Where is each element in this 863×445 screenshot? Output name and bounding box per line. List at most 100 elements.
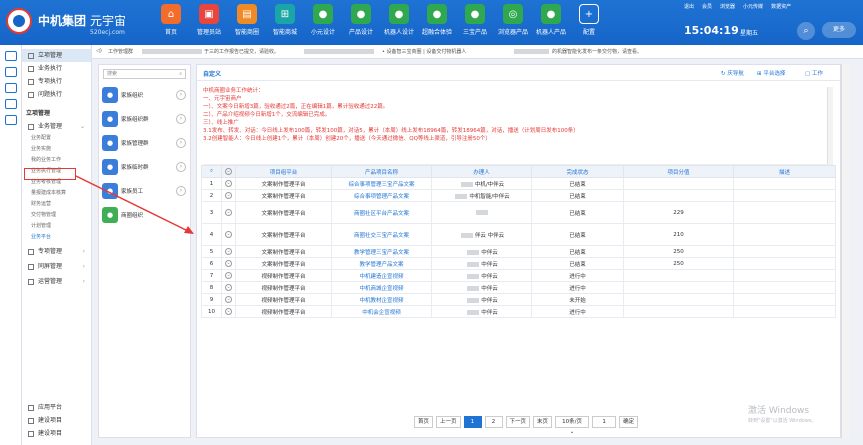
table-row[interactable]: 6 ⌄ 文案制作管理平台 教学管理产品文案 中伴云 已结束 250 [201, 257, 836, 270]
column-person[interactable]: 办理人 [431, 165, 532, 178]
column-status[interactable]: 完成状态 [531, 165, 624, 178]
org-item[interactable]: ● 家族组织 › [99, 83, 190, 107]
table-row[interactable]: 9 ⌄ 视频制作管理平台 中机教材企宣视频 中伴云 未开始 [201, 293, 836, 306]
org-search-input[interactable]: 搜索 ⌕ [103, 69, 186, 79]
first-page-button[interactable]: 首页 [414, 416, 434, 428]
chevron-right-icon[interactable]: › [176, 162, 186, 172]
row-expand-icon[interactable]: ⌄ [221, 223, 236, 246]
column-desc[interactable]: 描述 [733, 165, 836, 178]
row-name[interactable]: 中机建造企宣视频 [331, 269, 432, 282]
list-strip-icon[interactable] [4, 67, 17, 77]
top-link-0[interactable]: 退出 [684, 3, 694, 10]
work-action[interactable]: ▢ 工作 [805, 69, 823, 77]
expand-icon[interactable]: ⌄ [221, 165, 236, 178]
search-icon[interactable]: ⌕ [797, 22, 815, 40]
nav-item-5[interactable]: ● 产品设计 [342, 4, 380, 36]
table-search-icon[interactable]: ⌕ [201, 165, 222, 178]
nav-item-2[interactable]: ▤ 智能商圈 [228, 4, 266, 36]
row-expand-icon[interactable]: ⌄ [221, 257, 236, 270]
sidebar-sub-item[interactable]: 财务运营 [22, 199, 91, 210]
goto-confirm-button[interactable]: 确定 [619, 416, 639, 428]
sidebar-bottom-item[interactable]: 建设项目 [22, 427, 92, 440]
sidebar-item-special-exec[interactable]: 专项执行 [22, 75, 91, 88]
org-item[interactable]: ● 家族管理群 › [99, 131, 190, 155]
chevron-right-icon[interactable]: › [176, 114, 186, 124]
table-row[interactable]: 4 ⌄ 文案制作管理平台 商圈社交三宝产品文案 伴云 中伴云 已结束 210 [201, 223, 836, 246]
doc-strip-icon[interactable] [4, 83, 17, 93]
next-page-button[interactable]: 下一页 [505, 416, 531, 428]
top-link-4[interactable]: 数据资产 [771, 3, 791, 10]
chevron-right-icon[interactable]: › [176, 138, 186, 148]
nav-item-3[interactable]: ⊞ 智能商城 [266, 4, 304, 36]
notice-scrollbar[interactable] [827, 87, 833, 164]
nav-action[interactable]: ↻ 庆导航 [721, 69, 744, 77]
home-strip-icon[interactable] [4, 51, 17, 61]
row-name[interactable]: 中机商城企宣视频 [331, 281, 432, 294]
folder-strip-icon[interactable] [4, 99, 17, 109]
goto-page-input[interactable]: 1 [592, 416, 617, 428]
row-expand-icon[interactable]: ⌄ [221, 189, 236, 202]
row-expand-icon[interactable]: ⌄ [221, 293, 236, 306]
chevron-right-icon[interactable]: › [176, 186, 186, 196]
nav-item-8[interactable]: ● 三宝产品 [456, 4, 494, 36]
row-name[interactable]: 综合事项管理产品文案 [331, 189, 432, 202]
row-expand-icon[interactable]: ⌄ [221, 281, 236, 294]
table-row[interactable]: 1 ⌄ 文案制作管理平台 综合事项管理三宝产品文案 中机/中伴云 已结束 [201, 177, 836, 190]
column-platform[interactable]: 项目组平台 [235, 165, 332, 178]
sidebar-sub-item[interactable]: 业务配置 [22, 133, 91, 144]
row-name[interactable]: 教学管理产品文案 [331, 257, 432, 270]
page-size-select[interactable]: 10条/页 ⌄ [555, 416, 590, 435]
row-name[interactable]: 商圈社交三宝产品文案 [331, 223, 432, 246]
sidebar-group-business[interactable]: 业务管理 ⌄ [22, 120, 91, 133]
table-row[interactable]: 5 ⌄ 文案制作管理平台 教学管理三宝产品文案 中伴云 已结束 250 [201, 245, 836, 258]
page-2-button[interactable]: 2 [484, 416, 503, 428]
chevron-right-icon[interactable]: › [176, 90, 186, 100]
table-row[interactable]: 7 ⌄ 视频制作管理平台 中机建造企宣视频 中伴云 进行中 [201, 269, 836, 282]
sidebar-item-business-exec[interactable]: 业务执行 [22, 62, 91, 75]
column-name[interactable]: 产品项目名称 [331, 165, 432, 178]
sidebar-item-project[interactable]: 立项管理 [22, 49, 91, 62]
row-expand-icon[interactable]: ⌄ [221, 269, 236, 282]
last-page-button[interactable]: 末页 [533, 416, 553, 428]
nav-item-4[interactable]: ● 小元设计 [304, 4, 342, 36]
nav-item-0[interactable]: ⌂ 首页 [152, 4, 190, 36]
org-item[interactable]: ● 家族组织群 › [99, 107, 190, 131]
sidebar-bottom-item[interactable]: 应用平台 [22, 401, 92, 414]
page-1-button[interactable]: 1 [463, 416, 482, 428]
nav-item-9[interactable]: ◎ 浏览器产品 [494, 4, 532, 36]
sidebar-group-item[interactable]: 专项管理 › [22, 245, 91, 258]
table-row[interactable]: 10 ⌄ 视频制作管理平台 中机会企宣视频 中伴云 进行中 [201, 305, 836, 318]
row-name[interactable]: 中机教材企宣视频 [331, 293, 432, 306]
table-row[interactable]: 2 ⌄ 文案制作管理平台 综合事项管理产品文案 中机智能/中伴云 已结束 [201, 189, 836, 202]
org-item[interactable]: ● 商圈组织 [99, 203, 190, 227]
table-row[interactable]: 8 ⌄ 视频制作管理平台 中机商城企宣视频 中伴云 进行中 [201, 281, 836, 294]
prev-page-button[interactable]: 上一页 [436, 416, 461, 428]
row-expand-icon[interactable]: ⌄ [221, 245, 236, 258]
table-row[interactable]: 3 ⌄ 文案制作管理平台 商圈社区平台产品文案 已结束 229 [201, 201, 836, 224]
row-name[interactable]: 综合事项管理三宝产品文案 [331, 177, 432, 190]
row-name[interactable]: 教学管理三宝产品文案 [331, 245, 432, 258]
org-item[interactable]: ● 家族员工 › [99, 179, 190, 203]
sidebar-sub-item[interactable]: 交付物管理 [22, 210, 91, 221]
nav-item-6[interactable]: ● 机器人设计 [380, 4, 418, 36]
org-item[interactable]: ● 家族临时群 › [99, 155, 190, 179]
top-link-3[interactable]: 小元传媒 [743, 3, 763, 10]
nav-item-1[interactable]: ▣ 管理员站 [190, 4, 228, 36]
row-expand-icon[interactable]: ⌄ [221, 177, 236, 190]
platform-select-action[interactable]: ⊞ 平台选择 [757, 69, 785, 77]
settings-strip-icon[interactable] [4, 115, 17, 125]
main-scrollbar[interactable] [841, 64, 850, 438]
sidebar-sub-item[interactable]: 计划管理 [22, 221, 91, 232]
nav-item-10[interactable]: ● 机器人产品 [532, 4, 570, 36]
sidebar-sub-item[interactable]: 量报建成本核算 [22, 188, 91, 199]
sidebar-sub-item[interactable]: 我的业务工作 [22, 155, 91, 166]
nav-item-7[interactable]: ● 超融合体验 [418, 4, 456, 36]
sidebar-bottom-item[interactable]: 建设项目 [22, 414, 92, 427]
sidebar-group-item[interactable]: 同屏管理 › [22, 260, 91, 273]
row-expand-icon[interactable]: ⌄ [221, 201, 236, 224]
sidebar-sub-item[interactable]: 业务平台 [22, 232, 91, 243]
sidebar-group-item[interactable]: 运营管理 › [22, 275, 91, 288]
column-score[interactable]: 项目分值 [623, 165, 734, 178]
row-name[interactable]: 中机会企宣视频 [331, 305, 432, 318]
top-link-2[interactable]: 浏览器 [720, 3, 735, 10]
